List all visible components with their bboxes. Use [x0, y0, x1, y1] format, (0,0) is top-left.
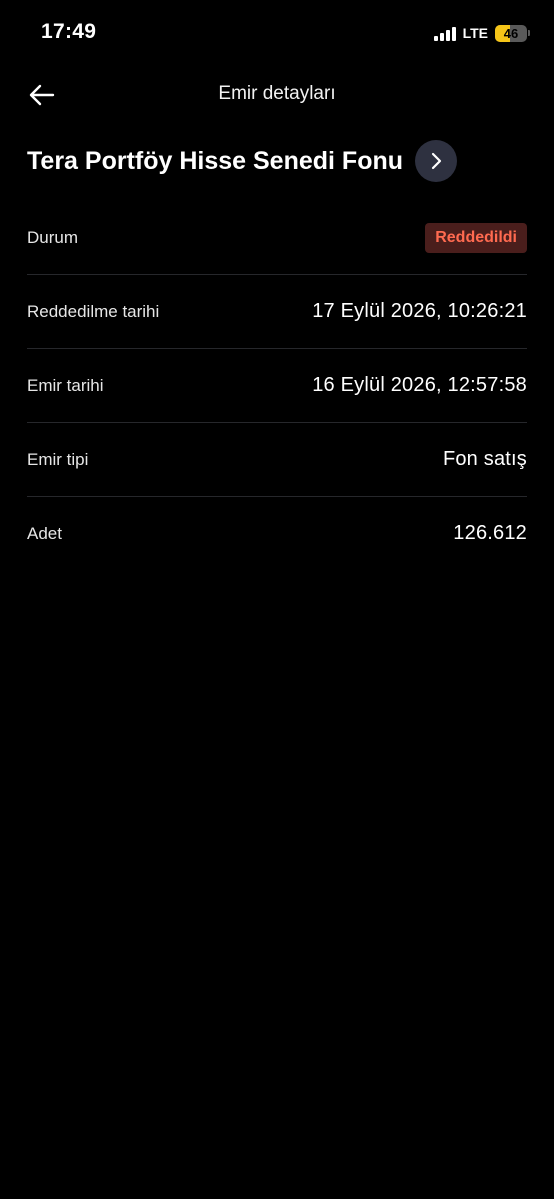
quantity-value: 126.612: [453, 522, 527, 544]
order-type-value: Fon satış: [442, 448, 527, 470]
detail-row-quantity: Adet 126.612: [27, 497, 527, 570]
network-type-label: LTE: [462, 25, 488, 41]
quantity-label: Adet: [27, 523, 62, 543]
rejected-date-label: Reddedilme tarihi: [27, 301, 160, 321]
fund-header: Tera Portföy Hisse Senedi Fonu: [27, 138, 527, 184]
detail-row-status: Durum Reddedildi: [27, 201, 527, 275]
detail-row-order-type: Emir tipi Fon satış: [27, 423, 527, 497]
fund-name: Tera Portföy Hisse Senedi Fonu: [27, 146, 404, 175]
status-bar: 17:49 LTE 46: [0, 0, 554, 66]
battery-percentage: 46: [503, 25, 519, 41]
status-time: 17:49: [41, 20, 97, 43]
status-badge: Reddedildi: [425, 222, 527, 253]
signal-strength-icon: [433, 26, 456, 41]
fund-detail-button[interactable]: [415, 140, 458, 182]
order-date-label: Emir tarihi: [27, 375, 104, 395]
battery-icon: 46: [495, 24, 530, 42]
order-type-label: Emir tipi: [27, 449, 89, 469]
nav-header: Emir detayları: [0, 70, 554, 120]
status-indicators: LTE 46: [433, 22, 530, 44]
detail-row-rejected-date: Reddedilme tarihi 17 Eylül 2026, 10:26:2…: [27, 275, 527, 349]
page-title: Emir detayları: [218, 83, 336, 104]
status-label: Durum: [27, 227, 79, 247]
chevron-right-icon: [431, 152, 442, 170]
rejected-date-value: 17 Eylül 2026, 10:26:21: [312, 300, 527, 322]
order-date-value: 16 Eylül 2026, 12:57:58: [312, 374, 527, 396]
detail-row-order-date: Emir tarihi 16 Eylül 2026, 12:57:58: [27, 349, 527, 423]
order-details-list: Durum Reddedildi Reddedilme tarihi 17 Ey…: [27, 201, 527, 570]
